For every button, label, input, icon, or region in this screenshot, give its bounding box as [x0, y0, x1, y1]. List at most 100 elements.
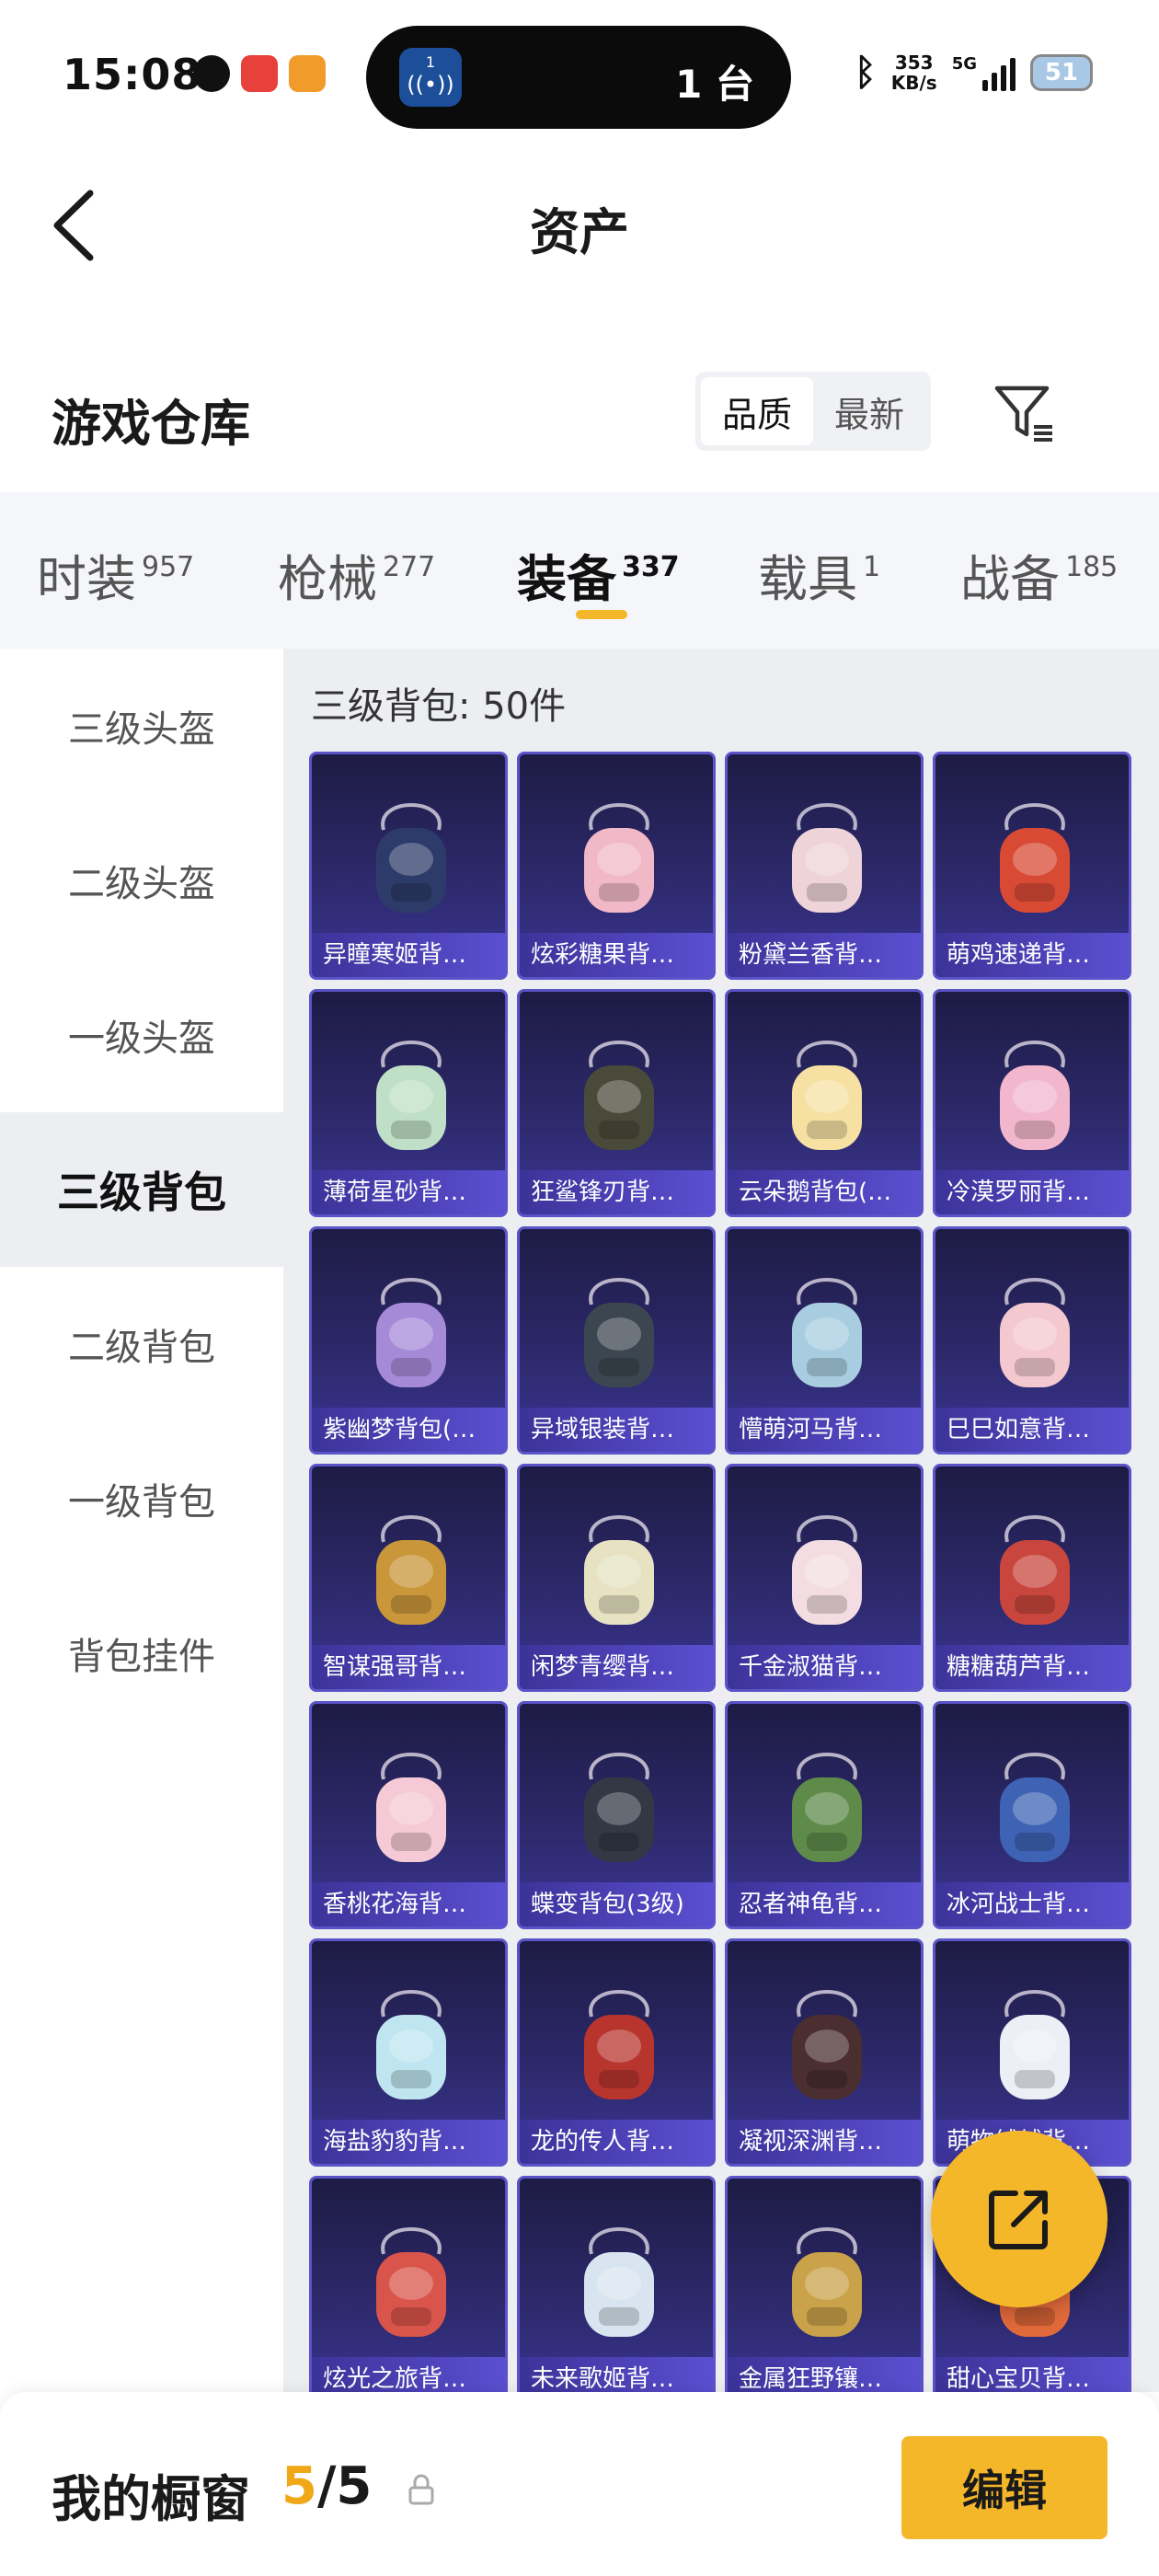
item-card[interactable]: 薄荷星砂背… [309, 989, 508, 1217]
island-badge: 1 [425, 53, 436, 71]
backpack-icon [564, 1737, 674, 1875]
warehouse-title: 游戏仓库 [52, 395, 250, 453]
item-card[interactable]: 萌鸡速递背… [933, 752, 1131, 980]
backpack-icon [564, 1262, 674, 1400]
item-card[interactable]: 冷漠罗丽背… [933, 989, 1131, 1217]
item-card[interactable]: 狂鲨锋刃背… [517, 989, 716, 1217]
item-card[interactable]: 金属狂野镶… [725, 2176, 924, 2392]
item-name: 懵萌河马背… [728, 1408, 921, 1452]
sidebar-item-level2-helmet[interactable]: 二级头盔 [0, 803, 283, 958]
item-name: 粉黛兰香背… [728, 933, 921, 977]
filter-button[interactable] [992, 381, 1058, 443]
backpack-icon [772, 1262, 882, 1400]
item-name: 冷漠罗丽背… [935, 1170, 1129, 1214]
backpack-icon [356, 1974, 466, 2112]
dynamic-island[interactable]: 1 ((•)) 1 台 [366, 26, 791, 129]
item-name: 未来歌姬背… [520, 2357, 713, 2392]
item-name: 金属狂野镶… [728, 2357, 921, 2392]
signal-icon: 5G [952, 54, 1016, 91]
network-type: 5G [951, 54, 977, 74]
item-card[interactable]: 冰河战士背… [933, 1701, 1131, 1929]
item-card[interactable]: 闲梦青缨背… [517, 1464, 716, 1692]
item-card[interactable]: 海盐豹豹背… [309, 1938, 508, 2167]
item-card[interactable]: 龙的传人背… [517, 1938, 716, 2167]
item-name: 海盐豹豹背… [312, 2120, 505, 2164]
backpack-icon [356, 788, 466, 926]
sidebar-item-level3-helmet[interactable]: 三级头盔 [0, 649, 283, 803]
bottom-bar: 我的橱窗 5/5 编辑 [0, 2392, 1159, 2576]
backpack-icon [564, 1025, 674, 1163]
backpack-icon [356, 1500, 466, 1638]
item-name: 炫彩糖果背… [520, 933, 713, 977]
tab-label: 战备 [960, 550, 1060, 608]
tab-combat-gear[interactable]: 战备 185 [960, 538, 1118, 611]
item-card[interactable]: 异域银装背… [517, 1226, 716, 1455]
item-name: 狂鲨锋刃背… [520, 1170, 713, 1214]
showcase-count: 5/5 [281, 2456, 372, 2516]
backpack-icon [772, 1025, 882, 1163]
tab-fashion[interactable]: 时装 957 [37, 538, 194, 611]
item-card[interactable]: 智谋强哥背… [309, 1464, 508, 1692]
sidebar-item-level3-backpack[interactable]: 三级背包 [0, 1112, 283, 1267]
backpack-icon [772, 1737, 882, 1875]
item-card[interactable]: 糖糖葫芦背… [933, 1464, 1131, 1692]
item-card[interactable]: 巳巳如意背… [933, 1226, 1131, 1455]
status-bar: 15:08 1 ((•)) 1 台 ᛒ 353 KB/s 5G 51 [0, 0, 1159, 156]
lock-icon [408, 2474, 434, 2505]
item-card[interactable]: 炫彩糖果背… [517, 752, 716, 980]
tab-count: 957 [142, 551, 195, 583]
backpack-icon [356, 2212, 466, 2350]
sort-latest-option[interactable]: 最新 [813, 377, 925, 445]
bluetooth-icon: ᛒ [854, 52, 877, 94]
battery-icon: 51 [1030, 54, 1093, 91]
item-name: 炫光之旅背… [312, 2357, 505, 2392]
filter-icon [994, 385, 1052, 442]
item-card[interactable]: 炫光之旅背… [309, 2176, 508, 2392]
item-card[interactable]: 忍者神龟背… [725, 1701, 924, 1929]
tab-guns[interactable]: 枪械 277 [278, 538, 435, 611]
page-title: 资产 [530, 203, 629, 261]
backpack-icon [564, 1974, 674, 2112]
island-device-count: 1 台 [675, 62, 754, 107]
item-card[interactable]: 凝视深渊背… [725, 1938, 924, 2167]
net-speed: 353 KB/s [891, 52, 937, 93]
net-speed-value: 353 [894, 52, 934, 74]
backpack-icon [980, 1500, 1090, 1638]
tab-vehicles[interactable]: 载具 1 [758, 538, 880, 611]
sort-toggle: 品质 最新 [695, 372, 931, 451]
item-name: 薄荷星砂背… [312, 1170, 505, 1214]
backpack-icon [980, 1262, 1090, 1400]
item-card[interactable]: 粉黛兰香背… [725, 752, 924, 980]
tab-count: 337 [622, 551, 680, 583]
item-card[interactable]: 异瞳寒姬背… [309, 752, 508, 980]
item-name: 凝视深渊背… [728, 2120, 921, 2164]
active-tab-indicator [576, 610, 627, 619]
share-button[interactable] [931, 2131, 1107, 2307]
item-card[interactable]: 懵萌河马背… [725, 1226, 924, 1455]
sidebar-item-level1-backpack[interactable]: 一级背包 [0, 1421, 283, 1576]
item-name: 巳巳如意背… [935, 1408, 1129, 1452]
status-right: ᛒ 353 KB/s 5G 51 [855, 52, 1093, 94]
item-name: 异域银装背… [520, 1408, 713, 1452]
backpack-icon [772, 2212, 882, 2350]
item-card[interactable]: 云朵鹅背包(… [725, 989, 924, 1217]
sidebar-item-level2-backpack[interactable]: 二级背包 [0, 1267, 283, 1421]
item-card[interactable]: 蝶变背包(3级) [517, 1701, 716, 1929]
backpack-icon [980, 788, 1090, 926]
sidebar-item-backpack-charm[interactable]: 背包挂件 [0, 1576, 283, 1731]
backpack-icon [356, 1025, 466, 1163]
edit-button[interactable]: 编辑 [901, 2436, 1107, 2539]
sort-quality-option[interactable]: 品质 [701, 377, 813, 445]
tab-equipment[interactable]: 装备 337 [517, 538, 680, 611]
item-name: 冰河战士背… [935, 1882, 1129, 1926]
sidebar-item-level1-helmet[interactable]: 一级头盔 [0, 958, 283, 1112]
item-card[interactable]: 未来歌姬背… [517, 2176, 716, 2392]
share-icon [989, 2191, 1048, 2249]
category-tabs: 时装 957 枪械 277 装备 337 载具 1 战备 185 [0, 492, 1159, 649]
tab-count: 185 [1065, 551, 1119, 583]
item-card[interactable]: 千金淑猫背… [725, 1464, 924, 1692]
item-card[interactable]: 紫幽梦背包(… [309, 1226, 508, 1455]
item-card[interactable]: 香桃花海背… [309, 1701, 508, 1929]
backpack-icon [980, 1737, 1090, 1875]
item-name: 云朵鹅背包(… [728, 1170, 921, 1214]
